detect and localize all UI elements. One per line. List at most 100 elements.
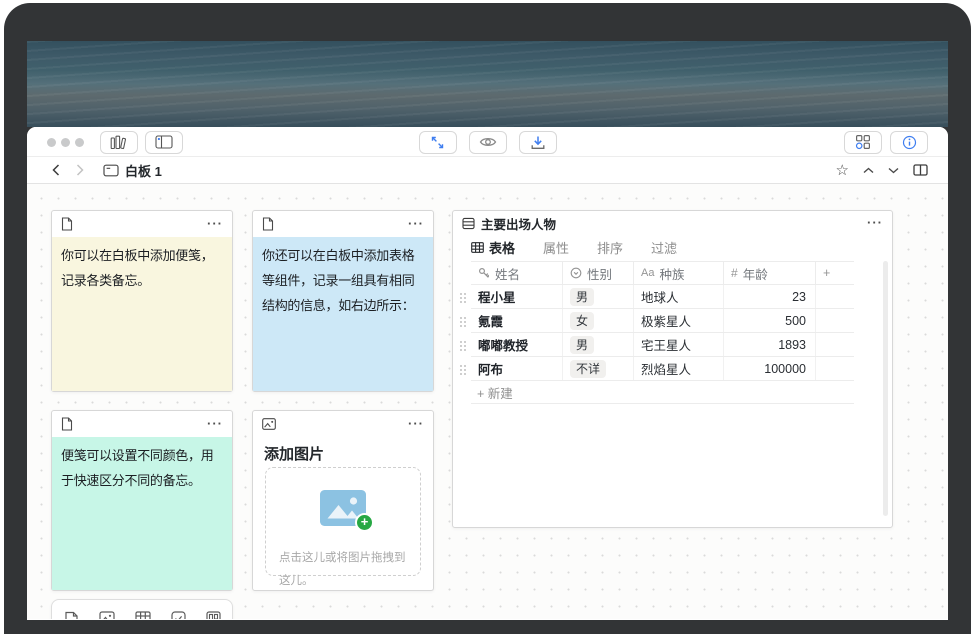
insert-dock <box>51 599 233 619</box>
note-page-icon <box>262 217 274 231</box>
cell-race[interactable]: 烈焰星人 <box>634 357 724 380</box>
insert-todo-icon[interactable] <box>171 611 186 619</box>
insert-table-icon[interactable] <box>135 611 151 619</box>
sticky-note-teal[interactable]: ··· 便笺可以设置不同颜色，用于快速区分不同的备忘。 <box>51 410 233 591</box>
drag-handle-icon[interactable] <box>459 340 466 351</box>
info-icon <box>902 135 917 150</box>
forward-button[interactable] <box>71 164 89 176</box>
cell-name[interactable]: 氪霞 <box>471 309 563 332</box>
cell-race[interactable]: 地球人 <box>634 285 724 308</box>
table-card[interactable]: 主要出场人物 ··· <box>452 210 893 528</box>
sticky-note-blue[interactable]: ··· 你还可以在白板中添加表格等组件，记录一组具有相同结构的信息，如右边所示： <box>252 210 434 392</box>
gender-badge: 不详 <box>570 360 606 378</box>
column-header-race[interactable]: Aa 种族 <box>634 262 724 284</box>
more-button[interactable]: ··· <box>408 419 424 429</box>
table-row: 阿布 不详 烈焰星人 100000 <box>471 357 854 381</box>
cell-empty[interactable] <box>816 285 854 308</box>
cell-name[interactable]: 阿布 <box>471 357 563 380</box>
drag-handle-icon[interactable] <box>459 364 466 375</box>
cell-name[interactable]: 程小星 <box>471 285 563 308</box>
table-row: 程小星 男 地球人 23 <box>471 285 854 309</box>
cell-age[interactable]: 500 <box>724 309 816 332</box>
titlebar-center <box>419 127 557 157</box>
cell-empty[interactable] <box>816 333 854 356</box>
table-scrollbar[interactable] <box>883 261 888 516</box>
note-page-icon <box>61 417 73 431</box>
eye-icon <box>479 136 497 148</box>
cell-age[interactable]: 1893 <box>724 333 816 356</box>
fullscreen-button[interactable] <box>419 131 457 154</box>
cell-race[interactable]: 极紫星人 <box>634 309 724 332</box>
cell-race[interactable]: 宅王星人 <box>634 333 724 356</box>
cell-gender[interactable]: 男 <box>563 333 634 356</box>
whiteboard-canvas[interactable]: ··· 你可以在白板中添加便笺，记录各类备忘。 ··· <box>27 184 948 619</box>
column-header-name[interactable]: 姓名 <box>471 262 563 284</box>
desktop-wallpaper <box>27 41 948 127</box>
note-text[interactable]: 便笺可以设置不同颜色，用于快速区分不同的备忘。 <box>52 437 232 590</box>
image-card-title: 添加图片 <box>253 437 433 464</box>
back-button[interactable] <box>47 164 65 176</box>
select-type-icon <box>570 267 582 279</box>
view-tab-sort[interactable]: 排序 <box>597 238 623 257</box>
drag-handle-icon[interactable] <box>459 316 466 327</box>
column-header-age[interactable]: # 年龄 <box>724 262 816 284</box>
more-button[interactable]: ··· <box>207 419 223 429</box>
note-text[interactable]: 你可以在白板中添加便笺，记录各类备忘。 <box>52 237 232 391</box>
image-card[interactable]: ··· 添加图片 + 点击这儿或将图片拖拽到这儿。 <box>252 410 434 591</box>
cell-empty[interactable] <box>816 357 854 380</box>
note-card-header: ··· <box>52 411 232 437</box>
minimize-button[interactable] <box>61 138 70 147</box>
view-tab-table[interactable]: 表格 <box>471 238 515 257</box>
table-grid-icon <box>471 242 484 253</box>
add-column-button[interactable]: + <box>816 262 854 284</box>
expand-icon <box>430 135 445 150</box>
favorite-star-icon[interactable]: ☆ <box>836 163 849 178</box>
insert-image-icon[interactable] <box>99 611 115 619</box>
export-button[interactable] <box>519 131 557 154</box>
image-card-header: ··· <box>253 411 433 437</box>
chevron-up-icon[interactable] <box>863 167 874 174</box>
cell-age[interactable]: 100000 <box>724 357 816 380</box>
traffic-lights <box>47 138 84 147</box>
titlebar <box>27 127 948 157</box>
device-frame: 白板 1 ☆ <box>4 3 971 634</box>
column-label: 姓名 <box>495 264 520 283</box>
close-button[interactable] <box>47 138 56 147</box>
sidebar-icon <box>155 135 173 149</box>
more-button[interactable]: ··· <box>207 219 223 229</box>
whiteboard-icon <box>103 164 119 177</box>
cell-name[interactable]: 嘟嘟教授 <box>471 333 563 356</box>
cell-gender[interactable]: 女 <box>563 309 634 332</box>
toggle-sidebar-button[interactable] <box>145 131 183 154</box>
widgets-button[interactable] <box>844 131 882 154</box>
more-button[interactable]: ··· <box>867 218 883 228</box>
new-row-button[interactable]: + 新建 <box>471 381 854 404</box>
column-header-gender[interactable]: 性别 <box>563 262 634 284</box>
database-icon <box>462 217 475 230</box>
cell-gender[interactable]: 不详 <box>563 357 634 380</box>
view-tab-properties[interactable]: 属性 <box>543 238 569 257</box>
cell-age[interactable]: 23 <box>724 285 816 308</box>
split-view-icon[interactable] <box>913 164 928 176</box>
preview-button[interactable] <box>469 131 507 154</box>
note-text[interactable]: 你还可以在白板中添加表格等组件，记录一组具有相同结构的信息，如右边所示： <box>253 237 433 391</box>
table-title-wrap: 主要出场人物 <box>462 214 556 233</box>
view-tab-filter[interactable]: 过滤 <box>651 238 677 257</box>
table-content: 姓名 性别 <box>471 261 854 404</box>
dropzone-hint: 点击这儿或将图片拖拽到这儿。 <box>276 547 410 593</box>
image-dropzone[interactable]: + 点击这儿或将图片拖拽到这儿。 <box>265 467 421 576</box>
more-button[interactable]: ··· <box>408 219 424 229</box>
sticky-note-yellow[interactable]: ··· 你可以在白板中添加便笺，记录各类备忘。 <box>51 210 233 392</box>
insert-kanban-icon[interactable] <box>206 611 221 619</box>
maximize-button[interactable] <box>75 138 84 147</box>
tab-whiteboard-1[interactable]: 白板 1 <box>103 161 162 180</box>
image-placeholder-icon: + <box>320 490 366 526</box>
cell-gender[interactable]: 男 <box>563 285 634 308</box>
cell-empty[interactable] <box>816 309 854 332</box>
library-button[interactable] <box>100 131 138 154</box>
drag-handle-icon[interactable] <box>459 292 466 303</box>
insert-note-icon[interactable] <box>64 611 79 619</box>
chevron-down-icon[interactable] <box>888 167 899 174</box>
info-button[interactable] <box>890 131 928 154</box>
text-type-icon: Aa <box>641 267 654 279</box>
